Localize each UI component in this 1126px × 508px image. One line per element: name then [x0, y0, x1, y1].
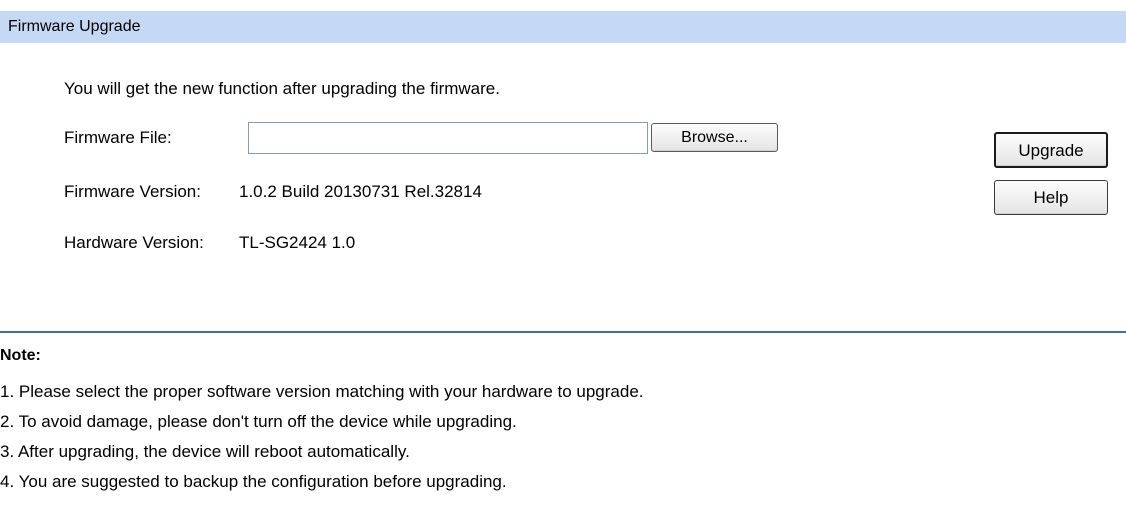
- note-item: 1. Please select the proper software ver…: [0, 382, 644, 401]
- note-item: 4. You are suggested to backup the confi…: [0, 472, 507, 491]
- note-title: Note:: [0, 347, 41, 364]
- help-button[interactable]: Help: [994, 180, 1108, 215]
- panel-header: Firmware Upgrade: [0, 11, 1126, 43]
- firmware-version-value: 1.0.2 Build 20130731 Rel.32814: [239, 182, 482, 201]
- upgrade-button[interactable]: Upgrade: [994, 132, 1108, 168]
- firmware-file-input[interactable]: [248, 122, 648, 154]
- panel-title: Firmware Upgrade: [8, 18, 141, 35]
- hardware-version-value: TL-SG2424 1.0: [239, 233, 356, 252]
- firmware-file-label: Firmware File:: [64, 128, 172, 147]
- note-item: 3. After upgrading, the device will rebo…: [0, 442, 410, 461]
- section-divider: [0, 331, 1126, 333]
- note-list: 1. Please select the proper software ver…: [0, 382, 644, 502]
- hardware-version-label: Hardware Version:: [64, 233, 204, 252]
- note-item: 2. To avoid damage, please don't turn of…: [0, 412, 517, 431]
- firmware-version-label: Firmware Version:: [64, 182, 201, 201]
- firmware-upgrade-page: Firmware Upgrade You will get the new fu…: [0, 0, 1126, 508]
- intro-text: You will get the new function after upgr…: [64, 79, 500, 98]
- browse-button[interactable]: Browse...: [651, 123, 778, 152]
